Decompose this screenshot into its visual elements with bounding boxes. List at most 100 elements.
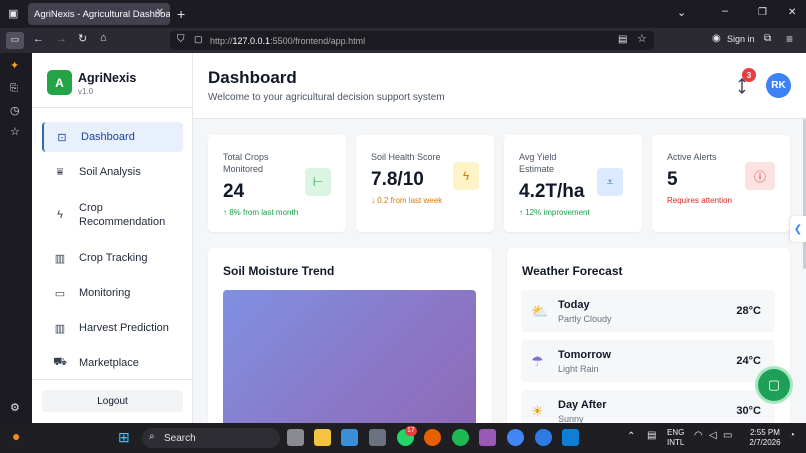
wifi-icon[interactable]: ◠ bbox=[694, 431, 703, 441]
brand-name: AgriNexis bbox=[78, 71, 137, 85]
stat-card-soil-health: Soil Health Score 7.8/10 ↓ 0.2 from last… bbox=[356, 135, 494, 232]
nav-item-dashboard[interactable]: ⊡ Dashboard bbox=[42, 122, 183, 152]
windows-start-icon[interactable]: ⊞ bbox=[118, 430, 130, 444]
bar-chart-icon: ▥ bbox=[54, 252, 66, 265]
vscode-icon[interactable] bbox=[562, 429, 579, 446]
notification-center-icon[interactable]: ◔ bbox=[789, 431, 795, 441]
weather-row: ☂ Tomorrow Light Rain 24°C bbox=[521, 340, 775, 382]
app-sidebar: A AgriNexis v1.0 ⊡ Dashboard ⩸ Soil Anal… bbox=[32, 53, 193, 423]
filter-icon: ⩡ bbox=[597, 168, 623, 196]
weather-temp: 28°C bbox=[736, 305, 761, 317]
lightning-icon: ϟ bbox=[453, 162, 479, 190]
url-prefix: http:// bbox=[210, 35, 233, 46]
bookmarks-icon[interactable]: ☆ bbox=[10, 127, 20, 138]
ai-chat-icon[interactable]: ✦ bbox=[10, 61, 19, 72]
store-icon[interactable] bbox=[369, 429, 386, 446]
language-code[interactable]: ENG bbox=[667, 428, 684, 438]
stat-value: 24 bbox=[223, 181, 245, 202]
weather-panel: Weather Forecast ⛅ Today Partly Cloudy 2… bbox=[507, 248, 790, 423]
app-icon[interactable] bbox=[535, 429, 552, 446]
browser-tab-active[interactable]: AgriNexis - Agricultural Dashboard ✕ bbox=[28, 3, 170, 25]
volume-icon[interactable]: ◁ bbox=[709, 431, 717, 441]
chrome-icon[interactable] bbox=[507, 429, 524, 446]
stat-value: 4.2T/ha bbox=[519, 181, 585, 202]
url-bar[interactable]: ⛉ ▢ http://127.0.0.1:5500/frontend/app.h… bbox=[170, 31, 654, 50]
taskbar-search-label: Search bbox=[164, 432, 196, 444]
nav-label: Marketplace bbox=[79, 357, 139, 369]
app-version: v1.0 bbox=[78, 87, 94, 96]
nav-item-soil-analysis[interactable]: ⩸ Soil Analysis bbox=[42, 157, 183, 187]
nav-item-marketplace[interactable]: ⛟ Marketplace bbox=[42, 348, 183, 378]
taskbar-search[interactable]: ⌕ Search bbox=[142, 428, 280, 448]
chat-bubble-icon[interactable]: ▢ bbox=[758, 369, 790, 401]
clock-date: 2/7/2026 bbox=[749, 438, 781, 447]
keyboard-icon[interactable]: ▤ bbox=[647, 431, 656, 441]
restore-icon[interactable]: ❐ bbox=[758, 8, 767, 18]
sign-in-label[interactable]: Sign in bbox=[727, 35, 755, 44]
firefox-icon[interactable] bbox=[424, 429, 441, 446]
bar-chart-icon: ▥ bbox=[54, 322, 66, 335]
reader-view-icon[interactable]: ▤ bbox=[618, 35, 627, 45]
reload-icon[interactable]: ↻ bbox=[78, 34, 87, 45]
logout-button[interactable]: Logout bbox=[42, 390, 183, 412]
tray-chevron-up-icon[interactable]: ⌃ bbox=[627, 432, 635, 442]
panel-title: Soil Moisture Trend bbox=[223, 264, 335, 278]
task-view-icon[interactable] bbox=[287, 429, 304, 446]
main-content: Dashboard Welcome to your agricultural d… bbox=[193, 53, 806, 423]
nav-item-harvest-prediction[interactable]: ▥ Harvest Prediction bbox=[42, 313, 183, 343]
stat-change: ↓ 0.2 from last week bbox=[371, 196, 443, 205]
history-icon[interactable]: ◷ bbox=[10, 106, 20, 117]
weather-temp: 24°C bbox=[736, 355, 761, 367]
stat-change: Requires attention bbox=[667, 196, 732, 205]
window-close-icon[interactable]: ✕ bbox=[788, 8, 796, 18]
forward-icon[interactable]: → bbox=[56, 34, 67, 45]
new-tab-icon[interactable]: + bbox=[177, 7, 185, 21]
app-icon[interactable] bbox=[479, 429, 496, 446]
weather-widget-icon[interactable]: ● bbox=[12, 429, 20, 443]
synced-tabs-icon[interactable]: ⎘ bbox=[10, 84, 18, 94]
nav-item-crop-tracking[interactable]: ▥ Crop Tracking bbox=[42, 243, 183, 273]
weather-row: ⛅ Today Partly Cloudy 28°C bbox=[521, 290, 775, 332]
weather-row: ☀ Day After Sunny 30°C bbox=[521, 390, 775, 423]
whatsapp-badge: 17 bbox=[405, 426, 417, 436]
partly-cloudy-icon: ⛅ bbox=[531, 303, 549, 319]
account-icon[interactable]: ◉ bbox=[712, 34, 721, 44]
user-avatar[interactable]: RK bbox=[766, 73, 791, 98]
bookmark-star-icon[interactable]: ☆ bbox=[637, 34, 647, 45]
panel-title: Weather Forecast bbox=[522, 264, 623, 278]
page-info-icon[interactable]: ▢ bbox=[194, 35, 203, 44]
weather-condition: Partly Cloudy bbox=[558, 314, 612, 324]
weather-day: Today bbox=[558, 299, 590, 311]
nav-label: Soil Analysis bbox=[79, 166, 141, 178]
stat-label: Avg Yield Estimate bbox=[519, 152, 557, 174]
tab-overflow-chevron-icon[interactable]: ⌄ bbox=[677, 8, 686, 19]
spotify-icon[interactable] bbox=[452, 429, 469, 446]
menu-icon[interactable]: ≡ bbox=[786, 33, 793, 45]
search-icon: ⌕ bbox=[149, 431, 155, 442]
battery-icon[interactable]: ▭ bbox=[723, 431, 732, 441]
nav-label: Monitoring bbox=[79, 287, 131, 299]
shield-icon[interactable]: ⛉ bbox=[177, 35, 185, 45]
file-explorer-icon[interactable] bbox=[314, 429, 331, 446]
close-tab-icon[interactable]: ✕ bbox=[156, 7, 164, 18]
collapse-panel-chevron-icon[interactable]: ❮ bbox=[790, 216, 806, 242]
lightning-icon: ϟ bbox=[57, 209, 63, 221]
tab-list-icon[interactable]: ▣ bbox=[8, 9, 18, 20]
nav-label: Crop Recommendation bbox=[79, 202, 166, 228]
back-icon[interactable]: ← bbox=[33, 34, 44, 45]
stat-change: ↑ 8% from last month bbox=[223, 208, 299, 217]
photos-icon[interactable] bbox=[341, 429, 358, 446]
nav-item-crop-recommendation[interactable]: ϟ Crop Recommendation bbox=[42, 193, 183, 237]
stat-card-avg-yield: Avg Yield Estimate 4.2T/ha ↑ 12% improve… bbox=[504, 135, 642, 232]
stat-value: 5 bbox=[667, 169, 678, 190]
minimize-icon[interactable]: – bbox=[722, 6, 728, 17]
extensions-icon[interactable]: ⧉ bbox=[764, 34, 771, 44]
clock-time[interactable]: 2:55 PM bbox=[748, 428, 782, 438]
home-icon[interactable]: ⌂ bbox=[100, 33, 107, 44]
weather-day: Tomorrow bbox=[558, 349, 611, 361]
nav-item-monitoring[interactable]: ▭ Monitoring bbox=[42, 278, 183, 308]
nav-label: Dashboard bbox=[81, 131, 135, 143]
rain-icon: ☂ bbox=[531, 353, 544, 369]
settings-gear-icon[interactable]: ⚙ bbox=[10, 403, 20, 414]
sidebar-toggle-icon[interactable]: ▭ bbox=[6, 32, 24, 49]
